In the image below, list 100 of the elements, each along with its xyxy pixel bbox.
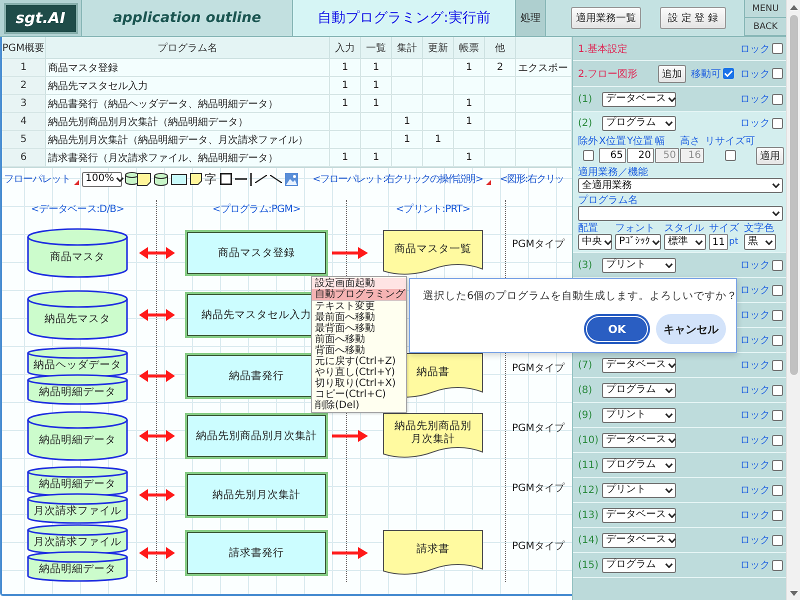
checkbox[interactable]	[772, 43, 783, 54]
scroll-down-icon[interactable]	[790, 591, 798, 596]
falling-line-icon[interactable]	[270, 175, 282, 183]
checkbox[interactable]	[772, 334, 783, 346]
vertical-line-icon[interactable]	[250, 172, 252, 186]
double-headed-arrow	[138, 547, 174, 559]
number-field[interactable]: 11	[709, 234, 728, 250]
chevron-down-icon	[668, 362, 676, 368]
menu-item[interactable]: 背面へ移動	[312, 345, 406, 356]
section-title: 2.フロー図形	[578, 68, 638, 80]
menu-item[interactable]: 最前面へ移動	[312, 312, 406, 323]
shape-type-select[interactable]: データベース	[602, 92, 676, 106]
lock-label: ロック	[740, 309, 770, 322]
checkbox[interactable]	[772, 460, 783, 470]
apply-button[interactable]: 適用	[756, 146, 784, 164]
number-field[interactable]: 65	[599, 148, 626, 163]
help-link[interactable]: <図形:右クリッ	[500, 172, 564, 186]
menu-item[interactable]: 前面へ移動	[312, 334, 406, 345]
lock-label: ロック	[740, 384, 770, 397]
shape-type-select[interactable]: データベース	[602, 532, 676, 548]
table-cell: 納品先別月次集計（納品明細データ、月次請求ファイル）	[46, 131, 330, 149]
field-label: スタイル	[664, 223, 704, 234]
database-icon[interactable]	[154, 172, 168, 186]
shape-type-select[interactable]: プログラム	[602, 458, 676, 472]
shape-type-select[interactable]: プリント	[602, 258, 676, 272]
number-field[interactable]: 20	[627, 148, 654, 163]
scrollbar[interactable]	[786, 0, 800, 600]
pgm-type-label: PGMタイプ	[512, 422, 564, 435]
checkbox[interactable]	[772, 410, 783, 420]
checkmark-icon	[724, 70, 733, 77]
row-number: 3	[2, 95, 46, 113]
checkbox[interactable]	[772, 434, 783, 446]
checkbox[interactable]	[772, 560, 783, 570]
horizontal-line-icon[interactable]	[234, 178, 246, 180]
checkbox[interactable]	[772, 310, 783, 320]
shape-type-select[interactable]: プログラム	[602, 116, 676, 130]
menu-item[interactable]: テキスト変更	[312, 301, 406, 312]
field-label: X位置	[599, 136, 626, 147]
checkbox[interactable]	[772, 510, 783, 520]
shape-type-select[interactable]: プログラム	[602, 558, 676, 572]
menu-item[interactable]: 削除(Del)	[312, 400, 406, 411]
header-button[interactable]: 設 定 登 録	[660, 7, 726, 29]
rising-line-icon[interactable]	[254, 175, 266, 183]
menu-item[interactable]: 最背面へ移動	[312, 323, 406, 334]
shape-type-select[interactable]: データベース	[602, 358, 676, 372]
menu-item[interactable]: 設定画面起動	[312, 278, 406, 289]
checkbox[interactable]	[772, 484, 783, 496]
empty-cell	[485, 131, 516, 149]
help-link[interactable]: <フローパレット:右クリックの操作説明>	[312, 172, 483, 186]
checkbox[interactable]	[772, 534, 783, 546]
shape-type-select[interactable]: プログラム	[602, 382, 676, 398]
menu-item[interactable]: 自動プログラミング	[312, 289, 406, 300]
scroll-up-icon[interactable]	[790, 5, 798, 10]
double-headed-arrow	[138, 309, 174, 321]
column-heading: <プリント:PRT>	[396, 202, 470, 216]
ok-button[interactable]: OK	[584, 314, 650, 344]
field-label: 文字色	[744, 223, 774, 234]
add-button[interactable]: 追加	[658, 64, 686, 82]
shape-type-select[interactable]: プリント	[602, 482, 676, 498]
print-document: 商品マスタ一覧	[383, 230, 483, 276]
chevron-down-icon	[772, 183, 780, 188]
square-icon[interactable]	[220, 173, 232, 185]
checkbox[interactable]	[772, 68, 783, 79]
format-select[interactable]: 黒	[744, 234, 776, 250]
table-cell: 1	[423, 131, 454, 149]
shape-number: (14)	[578, 534, 600, 546]
program-name-select[interactable]	[578, 206, 783, 221]
format-select[interactable]: Pｺﾞｼｯｸ	[615, 234, 661, 250]
checkbox[interactable]	[723, 68, 734, 79]
business-select[interactable]: 全適用業務	[578, 178, 783, 193]
empty-cell	[361, 113, 392, 131]
nav-button[interactable]: MENU	[745, 0, 786, 18]
checkbox[interactable]	[772, 118, 783, 128]
checkbox[interactable]	[582, 150, 594, 161]
text-tool[interactable]: 字	[204, 173, 216, 185]
shape-type-select[interactable]: プリント	[602, 408, 676, 422]
shape-type-select[interactable]: データベース	[602, 508, 676, 522]
scrollbar-thumb[interactable]	[790, 15, 798, 375]
checkbox[interactable]	[724, 150, 736, 161]
checkbox[interactable]	[772, 360, 783, 370]
empty-cell	[392, 95, 423, 113]
table-cell: 1	[330, 59, 361, 77]
checkbox[interactable]	[772, 260, 783, 270]
checkbox[interactable]	[772, 384, 783, 396]
table-cell: 1	[361, 77, 392, 95]
lock-label: ロック	[740, 259, 770, 272]
shape-type-select[interactable]: データベース	[602, 432, 676, 448]
format-select[interactable]: 中央	[578, 234, 612, 250]
note-icon[interactable]	[190, 173, 202, 185]
database-note-icon[interactable]	[124, 172, 150, 186]
nav-button[interactable]: BACK	[745, 18, 786, 36]
palette-label[interactable]: フローパレット	[4, 172, 70, 186]
rectangle-icon[interactable]	[170, 174, 186, 184]
shape-number: (10)	[578, 434, 600, 446]
checkbox[interactable]	[772, 94, 783, 104]
header-button[interactable]: 適用業務一覧	[571, 7, 641, 29]
zoom-select[interactable]: 100%	[82, 172, 122, 186]
format-select[interactable]: 標準	[664, 234, 706, 250]
cancel-button[interactable]: キャンセル	[656, 314, 726, 344]
checkbox[interactable]	[772, 284, 783, 296]
